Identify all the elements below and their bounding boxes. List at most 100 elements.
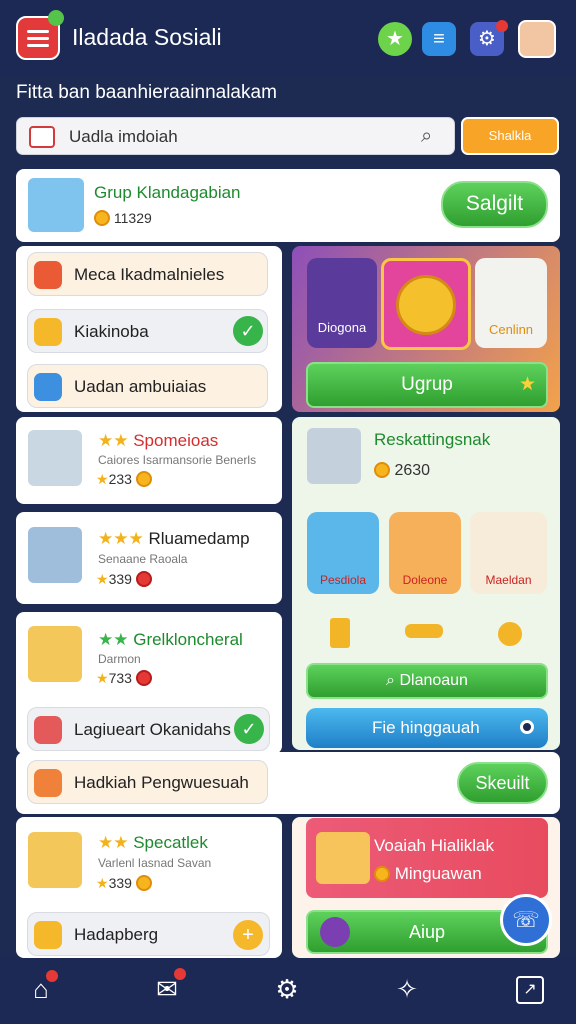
check-icon: ✓ (234, 714, 264, 744)
user-rating-value: 233 (108, 471, 132, 487)
coin-icon (135, 471, 152, 487)
user-rating: ★339 (96, 875, 152, 892)
check-icon: ✓ (233, 316, 263, 346)
document-icon (34, 261, 62, 289)
menu-item-label: Meca Ikadmalnieles (74, 265, 225, 284)
menu-item-4[interactable]: Lagiueart Okanidahs ✓ (27, 707, 270, 751)
user-desc: Senaane Raoala (98, 552, 188, 566)
settings-icon[interactable]: ⚙ (270, 972, 304, 1006)
user-rating: ★233 (96, 471, 152, 488)
menu-item-3[interactable]: Uadan ambuiaias (27, 364, 268, 408)
group-coins-value: 11329 (113, 210, 152, 226)
promo-tile-left[interactable]: Diogona (307, 258, 377, 348)
friend-tile-1[interactable]: Pesdiola (307, 512, 379, 594)
user-rating-value: 339 (108, 571, 132, 587)
user-rating-value: 339 (108, 875, 132, 891)
home-badge (46, 970, 58, 982)
friend-green-button[interactable]: ⌕ Dlanoaun (306, 663, 548, 699)
menu-item-label: Uadan ambuiaias (74, 377, 207, 396)
friend-tile-3[interactable]: Maeldan (470, 512, 547, 594)
location-icon (520, 720, 534, 734)
notification-badge (496, 20, 508, 32)
box-icon (34, 921, 62, 949)
user-desc: Darmon (98, 652, 141, 666)
friend-name: Reskattingsnak (374, 430, 491, 449)
user-rating: ★733 (96, 670, 152, 687)
search-icon: ⌕ (386, 672, 395, 689)
user-desc: Caiores Isarmansorie Benerls (98, 453, 257, 467)
friend-avatar (307, 428, 361, 484)
gift-title: Voaiah Hialiklak (374, 836, 495, 855)
filter-button[interactable]: Shalkla (461, 117, 559, 155)
gift-icon (316, 832, 370, 884)
promo-tile-right-label: Cenlinn (488, 322, 534, 337)
coin-icon (94, 210, 110, 226)
share-icon (34, 769, 62, 797)
coin-icon (498, 622, 522, 646)
menu-item-5[interactable]: Hadkiah Pengwuesuah (27, 760, 268, 804)
share-button-label: Skeuilt (475, 773, 530, 793)
friend-blue-button[interactable]: Fie hinggauah (306, 708, 548, 748)
app-title: Iladada Sosiali (72, 24, 222, 50)
user-name-text: Rluamedamp (148, 529, 250, 548)
coin-icon (135, 875, 152, 891)
edit-icon[interactable]: ↗ (516, 976, 544, 1004)
search-input[interactable]: Uadla imdoiah (69, 127, 178, 147)
user-name-text: Grelkloncheral (133, 630, 243, 649)
menu-item-2[interactable]: Kiakinoba ✓ (27, 309, 268, 353)
add-icon[interactable]: + (233, 920, 263, 950)
filter-icon[interactable]: ≡ (422, 22, 456, 56)
friend-tile-label: Maeldan (485, 573, 532, 587)
gift-button-icon (320, 917, 350, 947)
friend-tile-label: Pesdiola (319, 573, 367, 587)
profile-avatar[interactable] (518, 20, 556, 58)
friend-tile-2[interactable]: Doleone (389, 512, 461, 594)
group-name: Grup Klandagabian (94, 183, 241, 202)
gift-sub-text: Minguawan (394, 864, 482, 883)
stars-icon: ★★ (98, 630, 129, 649)
mail-badge (174, 968, 186, 980)
user-rating: ★339 (96, 571, 152, 588)
user-name: ★★ Spomeioas (98, 431, 218, 451)
gift-sub: Minguawan (374, 864, 482, 884)
puzzle-icon[interactable]: ✧ (390, 972, 424, 1006)
group-action-button[interactable]: Salgilt (441, 181, 548, 228)
group-button-label: Salgilt (465, 192, 524, 215)
chat-fab[interactable]: ☏ (500, 894, 552, 946)
menu-item-label: Kiakinoba (74, 322, 149, 341)
menu-item-label: Hadapberg (74, 925, 159, 944)
friend-coins-value: 2630 (394, 462, 431, 479)
user-avatar (28, 430, 82, 486)
stars-icon: ★★ (98, 431, 129, 450)
menu-item-1[interactable]: Meca Ikadmalnieles (27, 252, 268, 296)
stars-icon: ★★★ (98, 529, 144, 548)
star-icon[interactable]: ★ (378, 22, 412, 56)
eraser-icon (34, 716, 62, 744)
menu-item-label: Hadkiah Pengwuesuah (74, 773, 249, 792)
friend-tile-label: Doleone (402, 573, 448, 587)
menu-item-6[interactable]: Hadapberg + (27, 912, 270, 956)
promo-tile-left-label: Diogona (317, 320, 367, 335)
coin-icon (135, 670, 152, 686)
page-subtitle: Fitta ban baanhieraainnalakam (16, 82, 277, 103)
search-icon[interactable]: ⌕ (421, 125, 432, 148)
user-avatar (28, 832, 82, 888)
user-desc: Varlenl Iasnad Savan (98, 856, 212, 870)
promo-tile-right[interactable]: Cenlinn (475, 258, 547, 348)
menu-icon[interactable] (16, 10, 64, 60)
star-icon: ★ (518, 374, 536, 395)
search-bar[interactable]: Uadla imdoiah ⌕ (16, 117, 455, 155)
stars-icon: ★★ (98, 833, 129, 852)
menu-item-label: Lagiueart Okanidahs (74, 720, 231, 739)
group-users-icon (34, 373, 62, 401)
promo-button-label: Ugrup (401, 374, 453, 395)
user-name-text: Spomeioas (133, 431, 219, 450)
user-avatar (28, 626, 82, 682)
share-button[interactable]: Skeuilt (457, 762, 548, 804)
promo-center-coin (396, 275, 456, 335)
promo-upgrade-button[interactable]: Ugrup ★ (306, 362, 548, 408)
calendar-icon (29, 126, 55, 148)
user-rating-value: 733 (108, 670, 132, 686)
coin-icon (135, 571, 152, 587)
plus-badge-icon (48, 10, 64, 26)
